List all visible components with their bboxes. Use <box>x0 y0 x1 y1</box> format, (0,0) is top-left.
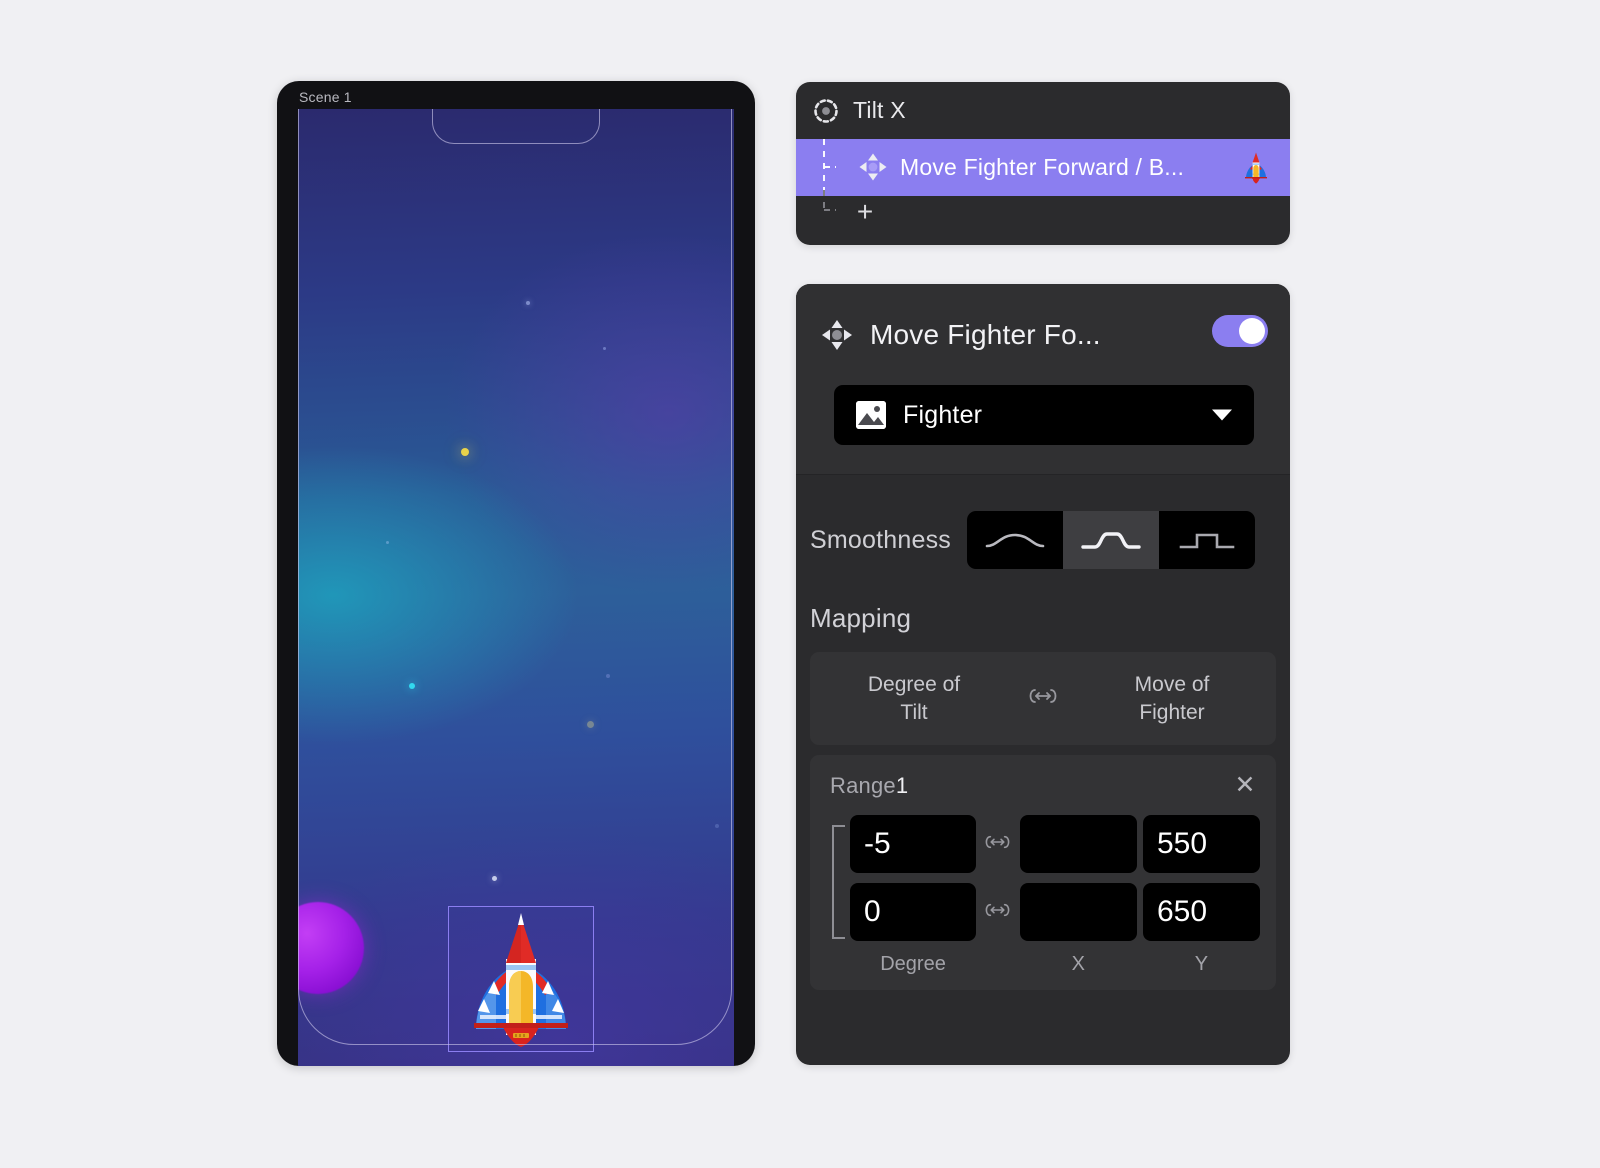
properties-title: Move Fighter Fo... <box>870 319 1101 350</box>
star-dot <box>526 301 530 305</box>
remove-range-button[interactable]: ✕ <box>1232 773 1258 799</box>
app-root: Scene 1 Tilt X Move Fighter Forward / B.… <box>0 0 1600 1168</box>
range-axis-labels: Degree X Y <box>810 951 1276 982</box>
gyroscope-sensor-icon <box>812 97 840 125</box>
mapping-source-line2: Tilt <box>900 700 928 724</box>
action-list-footer: + <box>796 190 1290 245</box>
range-number: 1 <box>895 773 909 798</box>
device-notch-guide <box>298 109 732 1045</box>
range-row: -5 550 <box>850 815 1260 873</box>
rocket-thumbnail <box>1240 151 1272 185</box>
scene-canvas[interactable] <box>298 109 734 1066</box>
add-action-button[interactable]: + <box>850 198 880 228</box>
star-dot <box>715 824 719 828</box>
smoothness-label: Smoothness <box>810 525 951 554</box>
smoothness-row: Smoothness <box>796 475 1290 569</box>
mapping-target-line1: Move of <box>1134 672 1210 696</box>
mapping-range-block: Range 1 ✕ -5 550 0 650 Degree X Y <box>810 755 1276 990</box>
axis-label-y: Y <box>1194 953 1209 975</box>
range-header: Range 1 ✕ <box>810 769 1276 803</box>
properties-header: Move Fighter Fo... Fighter <box>796 284 1290 475</box>
enable-action-toggle[interactable] <box>1212 315 1268 347</box>
action-properties-card: Move Fighter Fo... Fighter Smoothness Ma… <box>796 284 1290 1065</box>
rounded-step-curve-icon <box>1081 532 1141 549</box>
tree-branch-line <box>823 139 836 196</box>
toggle-knob <box>1239 318 1265 344</box>
move-four-arrows-icon <box>858 152 888 182</box>
scene-label: Scene 1 <box>299 89 352 105</box>
action-list-title: Tilt X <box>853 97 906 123</box>
star-dot <box>603 347 606 350</box>
star-dot <box>606 674 610 678</box>
range-y-start-input[interactable]: 550 <box>1142 815 1260 873</box>
range-label: Range <box>830 773 896 798</box>
bidirectional-link-icon <box>976 834 1020 855</box>
range-x-end-input[interactable] <box>1019 883 1137 941</box>
image-thumbnail-icon <box>856 401 886 429</box>
target-object-select[interactable]: Fighter <box>834 385 1254 445</box>
range-x-start-input[interactable] <box>1019 815 1137 873</box>
phone-preview-frame: Scene 1 <box>277 81 755 1066</box>
star-dot <box>386 541 389 544</box>
axis-label-degree: Degree <box>880 953 946 975</box>
star-dot-cyan <box>409 683 415 689</box>
mapping-source-line1: Degree of <box>867 672 961 696</box>
action-list-card: Tilt X Move Fighter Forward / B... + <box>796 82 1290 245</box>
action-list-item[interactable]: Move Fighter Forward / B... <box>796 139 1290 196</box>
range-fields-grid: -5 550 0 650 <box>810 803 1276 941</box>
action-list-item-label: Move Fighter Forward / B... <box>900 154 1185 180</box>
star-dot-yellow <box>461 448 469 456</box>
range-degree-end-input[interactable]: 0 <box>850 883 976 941</box>
range-degree-start-input[interactable]: -5 <box>850 815 976 873</box>
range-bracket <box>832 825 845 939</box>
mapping-section-label: Mapping <box>810 603 912 633</box>
mapping-source-header: Degree of Tilt <box>810 671 1018 726</box>
mapping-target-line2: Fighter <box>1139 700 1205 724</box>
range-y-end-input[interactable]: 650 <box>1142 883 1260 941</box>
star-dot <box>492 876 497 881</box>
sprite-selection-box[interactable] <box>448 906 594 1052</box>
smoothness-option-smooth-curve[interactable] <box>967 511 1063 569</box>
target-object-value: Fighter <box>903 400 983 429</box>
bidirectional-link-icon <box>976 902 1020 923</box>
sharp-step-curve-icon <box>1179 533 1235 549</box>
smoothness-option-rounded-step[interactable] <box>1062 511 1159 569</box>
mapping-target-header: Move of Fighter <box>1068 671 1276 726</box>
axis-label-x: X <box>1071 953 1085 975</box>
smooth-hill-curve-icon <box>985 533 1045 548</box>
move-four-arrows-icon <box>820 318 854 352</box>
range-row: 0 650 <box>850 883 1260 941</box>
bidirectional-link-icon <box>1018 687 1068 710</box>
mapping-column-headers: Degree of Tilt Move of Fighter <box>810 652 1276 745</box>
planet-decoration <box>298 902 364 994</box>
action-list-header[interactable]: Tilt X <box>796 82 1290 139</box>
smoothness-option-sharp-step[interactable] <box>1159 511 1255 569</box>
device-notch-outline <box>432 109 600 144</box>
smoothness-options <box>966 511 1255 569</box>
chevron-down-icon <box>1212 409 1232 421</box>
star-dot <box>587 721 594 728</box>
